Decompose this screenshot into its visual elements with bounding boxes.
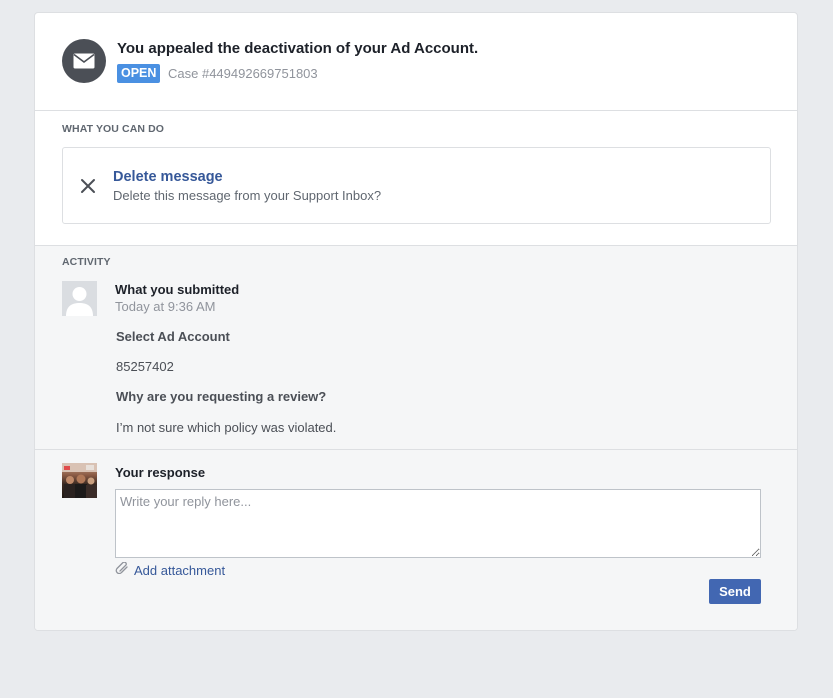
case-number: Case #449492669751803 (168, 66, 318, 81)
activity-section: ACTIVITY What you submitted Today at 9:3… (35, 245, 797, 630)
submission-title: What you submitted (115, 282, 240, 297)
submission-time: Today at 9:36 AM (115, 299, 216, 314)
field-label: Why are you requesting a review? (116, 389, 327, 404)
delete-message-action[interactable]: Delete message Delete this message from … (62, 147, 771, 224)
add-attachment-link[interactable]: Add attachment (115, 561, 225, 579)
delete-message-description: Delete this message from your Support In… (113, 188, 382, 203)
your-response-title: Your response (115, 465, 206, 480)
activity-label: ACTIVITY (62, 256, 111, 268)
reply-input[interactable] (115, 489, 761, 558)
paperclip-icon (115, 561, 130, 579)
envelope-icon (62, 39, 106, 83)
send-button[interactable]: Send (709, 579, 761, 604)
support-case-card: You appealed the deactivation of your Ad… (34, 12, 798, 631)
close-icon (80, 178, 96, 199)
field-label: Select Ad Account (116, 329, 230, 344)
avatar (62, 281, 97, 316)
add-attachment-label[interactable]: Add attachment (134, 563, 225, 578)
field-value: 85257402 (116, 359, 174, 374)
avatar (62, 463, 97, 498)
divider (35, 449, 797, 450)
delete-message-title[interactable]: Delete message (113, 169, 223, 185)
case-header: You appealed the deactivation of your Ad… (35, 13, 797, 111)
field-value: I’m not sure which policy was violated. (116, 420, 337, 435)
what-you-can-do-label: WHAT YOU CAN DO (62, 123, 165, 135)
status-badge: OPEN (117, 64, 161, 83)
case-title: You appealed the deactivation of your Ad… (117, 40, 479, 57)
